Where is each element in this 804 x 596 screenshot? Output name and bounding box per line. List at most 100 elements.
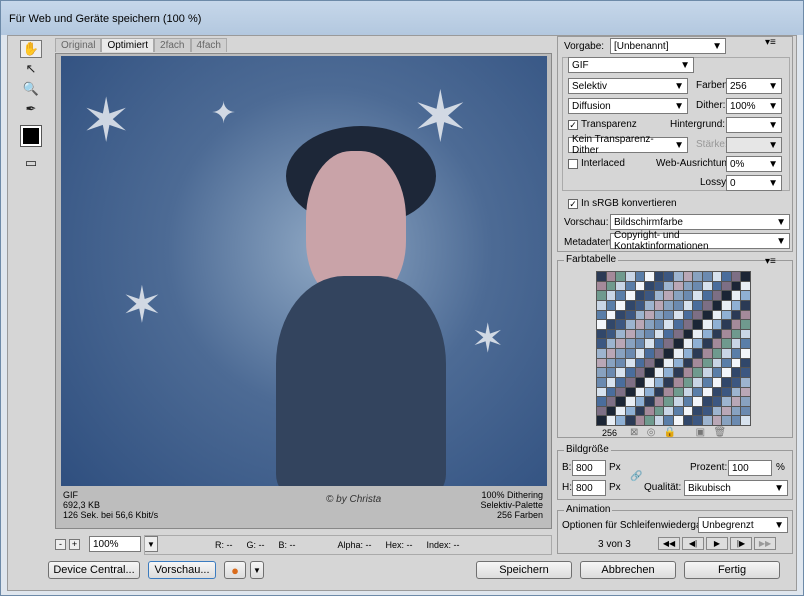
color-table-cell[interactable]	[664, 349, 673, 358]
color-table-cell[interactable]	[635, 358, 645, 368]
tab-original[interactable]: Original	[55, 38, 102, 52]
color-table-cell[interactable]	[654, 349, 664, 358]
color-table-cell[interactable]	[664, 300, 673, 310]
color-table-cell[interactable]	[654, 397, 664, 406]
color-table-cell[interactable]	[645, 329, 654, 339]
color-table-cell[interactable]	[645, 397, 654, 406]
color-table-cell[interactable]	[702, 387, 712, 397]
color-table-cell[interactable]	[645, 300, 654, 310]
color-table-cell[interactable]	[674, 387, 683, 397]
toggle-slices-icon[interactable]: ▭	[20, 154, 42, 172]
metadata-select[interactable]: Copyright- und Kontaktinformationen ▼	[610, 230, 790, 252]
color-table-cell[interactable]	[616, 339, 625, 348]
color-table-cell[interactable]	[693, 320, 702, 329]
color-table-cell[interactable]	[702, 377, 712, 387]
color-table-cell[interactable]	[693, 329, 702, 339]
save-button[interactable]: Speichern	[476, 561, 572, 579]
color-table-cell[interactable]	[674, 320, 683, 329]
color-table-cell[interactable]	[616, 349, 625, 358]
color-table-cell[interactable]	[702, 368, 712, 377]
color-table-cell[interactable]	[712, 320, 722, 329]
color-table-cell[interactable]	[731, 281, 741, 291]
color-table-cell[interactable]	[693, 291, 702, 300]
color-table-cell[interactable]	[702, 320, 712, 329]
transparency-dither-select[interactable]: Kein Transparenz-Dither ▼	[568, 134, 688, 156]
preview-button[interactable]: Vorschau...	[148, 561, 216, 579]
slice-select-icon[interactable]: ↖	[20, 60, 42, 78]
color-table-cell[interactable]	[664, 377, 673, 387]
color-table-cell[interactable]	[664, 291, 673, 300]
color-table-cell[interactable]	[654, 320, 664, 329]
color-table-cell[interactable]	[712, 377, 722, 387]
color-table-cell[interactable]	[741, 339, 750, 348]
color-table-cell[interactable]	[654, 310, 664, 320]
color-table-cell[interactable]	[693, 397, 702, 406]
color-table-cell[interactable]	[645, 406, 654, 416]
color-table-cell[interactable]	[635, 281, 645, 291]
reduction-select[interactable]: Selektiv ▼	[568, 78, 688, 94]
color-table-cell[interactable]	[712, 339, 722, 348]
color-table-cell[interactable]	[654, 329, 664, 339]
color-table-cell[interactable]	[712, 387, 722, 397]
color-table-cell[interactable]	[616, 358, 625, 368]
transparency-checkbox[interactable]: ✓ Transparenz	[568, 119, 637, 130]
last-frame-icon[interactable]: ▶▶	[754, 537, 776, 550]
color-table-cell[interactable]	[645, 416, 654, 425]
color-table-cell[interactable]	[606, 397, 616, 406]
tab-4up[interactable]: 4fach	[190, 38, 227, 52]
colors-field[interactable]: 256 ▼	[726, 78, 782, 94]
color-table-cell[interactable]	[654, 416, 664, 425]
height-field[interactable]: 800	[572, 480, 606, 496]
hand-tool-icon[interactable]: ✋	[20, 40, 42, 58]
color-table-cell[interactable]	[606, 329, 616, 339]
color-table-cell[interactable]	[674, 416, 683, 425]
color-table-cell[interactable]	[722, 416, 731, 425]
color-table-cell[interactable]	[741, 272, 750, 281]
srgb-checkbox[interactable]: ✓ In sRGB konvertieren	[568, 198, 677, 209]
percent-field[interactable]: 100	[728, 460, 772, 476]
color-table-cell[interactable]	[722, 310, 731, 320]
color-table-cell[interactable]	[635, 300, 645, 310]
zoom-icon[interactable]: 🔍	[20, 80, 42, 98]
done-button[interactable]: Fertig	[684, 561, 780, 579]
color-table-cell[interactable]	[654, 368, 664, 377]
color-table-cell[interactable]	[683, 300, 693, 310]
color-swatch-icon[interactable]	[20, 125, 42, 147]
color-table-cell[interactable]	[664, 387, 673, 397]
color-table-cell[interactable]	[625, 310, 635, 320]
color-table-cell[interactable]	[712, 300, 722, 310]
eyedropper-icon[interactable]: ✒	[20, 100, 42, 118]
color-table-cell[interactable]	[731, 349, 741, 358]
color-table-cell[interactable]	[722, 281, 731, 291]
dither-field[interactable]: 100% ▼	[726, 98, 782, 114]
link-chain-icon[interactable]: 🔗	[630, 471, 642, 482]
color-table-cell[interactable]	[731, 339, 741, 348]
color-table-cell[interactable]	[597, 310, 606, 320]
zoom-out-button[interactable]: -	[55, 538, 66, 550]
color-table-cell[interactable]	[683, 329, 693, 339]
color-table-cell[interactable]	[616, 406, 625, 416]
tab-optimized[interactable]: Optimiert	[101, 38, 155, 52]
color-table-cell[interactable]	[606, 377, 616, 387]
color-table-cell[interactable]	[635, 291, 645, 300]
browser-dropdown-icon[interactable]: ▼	[250, 561, 264, 579]
color-table-cell[interactable]	[693, 377, 702, 387]
color-table-cell[interactable]	[635, 406, 645, 416]
preview-select[interactable]: Bildschirmfarbe ▼	[610, 214, 790, 230]
color-table-cell[interactable]	[722, 349, 731, 358]
preview-image[interactable]: ✶ ✶ ✶ ✶ ✦	[61, 56, 547, 486]
color-table-cell[interactable]	[616, 368, 625, 377]
color-table-cell[interactable]	[683, 416, 693, 425]
color-table-cell[interactable]	[731, 387, 741, 397]
color-table-cell[interactable]	[693, 406, 702, 416]
color-table-cell[interactable]	[693, 387, 702, 397]
color-table-cell[interactable]	[731, 300, 741, 310]
color-table-cell[interactable]	[693, 310, 702, 320]
dither-algo-select[interactable]: Diffusion ▼	[568, 98, 688, 114]
panel-menu-icon[interactable]: ▾≡	[765, 37, 776, 48]
color-table-cell[interactable]	[635, 329, 645, 339]
color-table-cell[interactable]	[654, 281, 664, 291]
color-table-cell[interactable]	[654, 358, 664, 368]
color-table-cell[interactable]	[606, 387, 616, 397]
color-table-cell[interactable]	[616, 416, 625, 425]
